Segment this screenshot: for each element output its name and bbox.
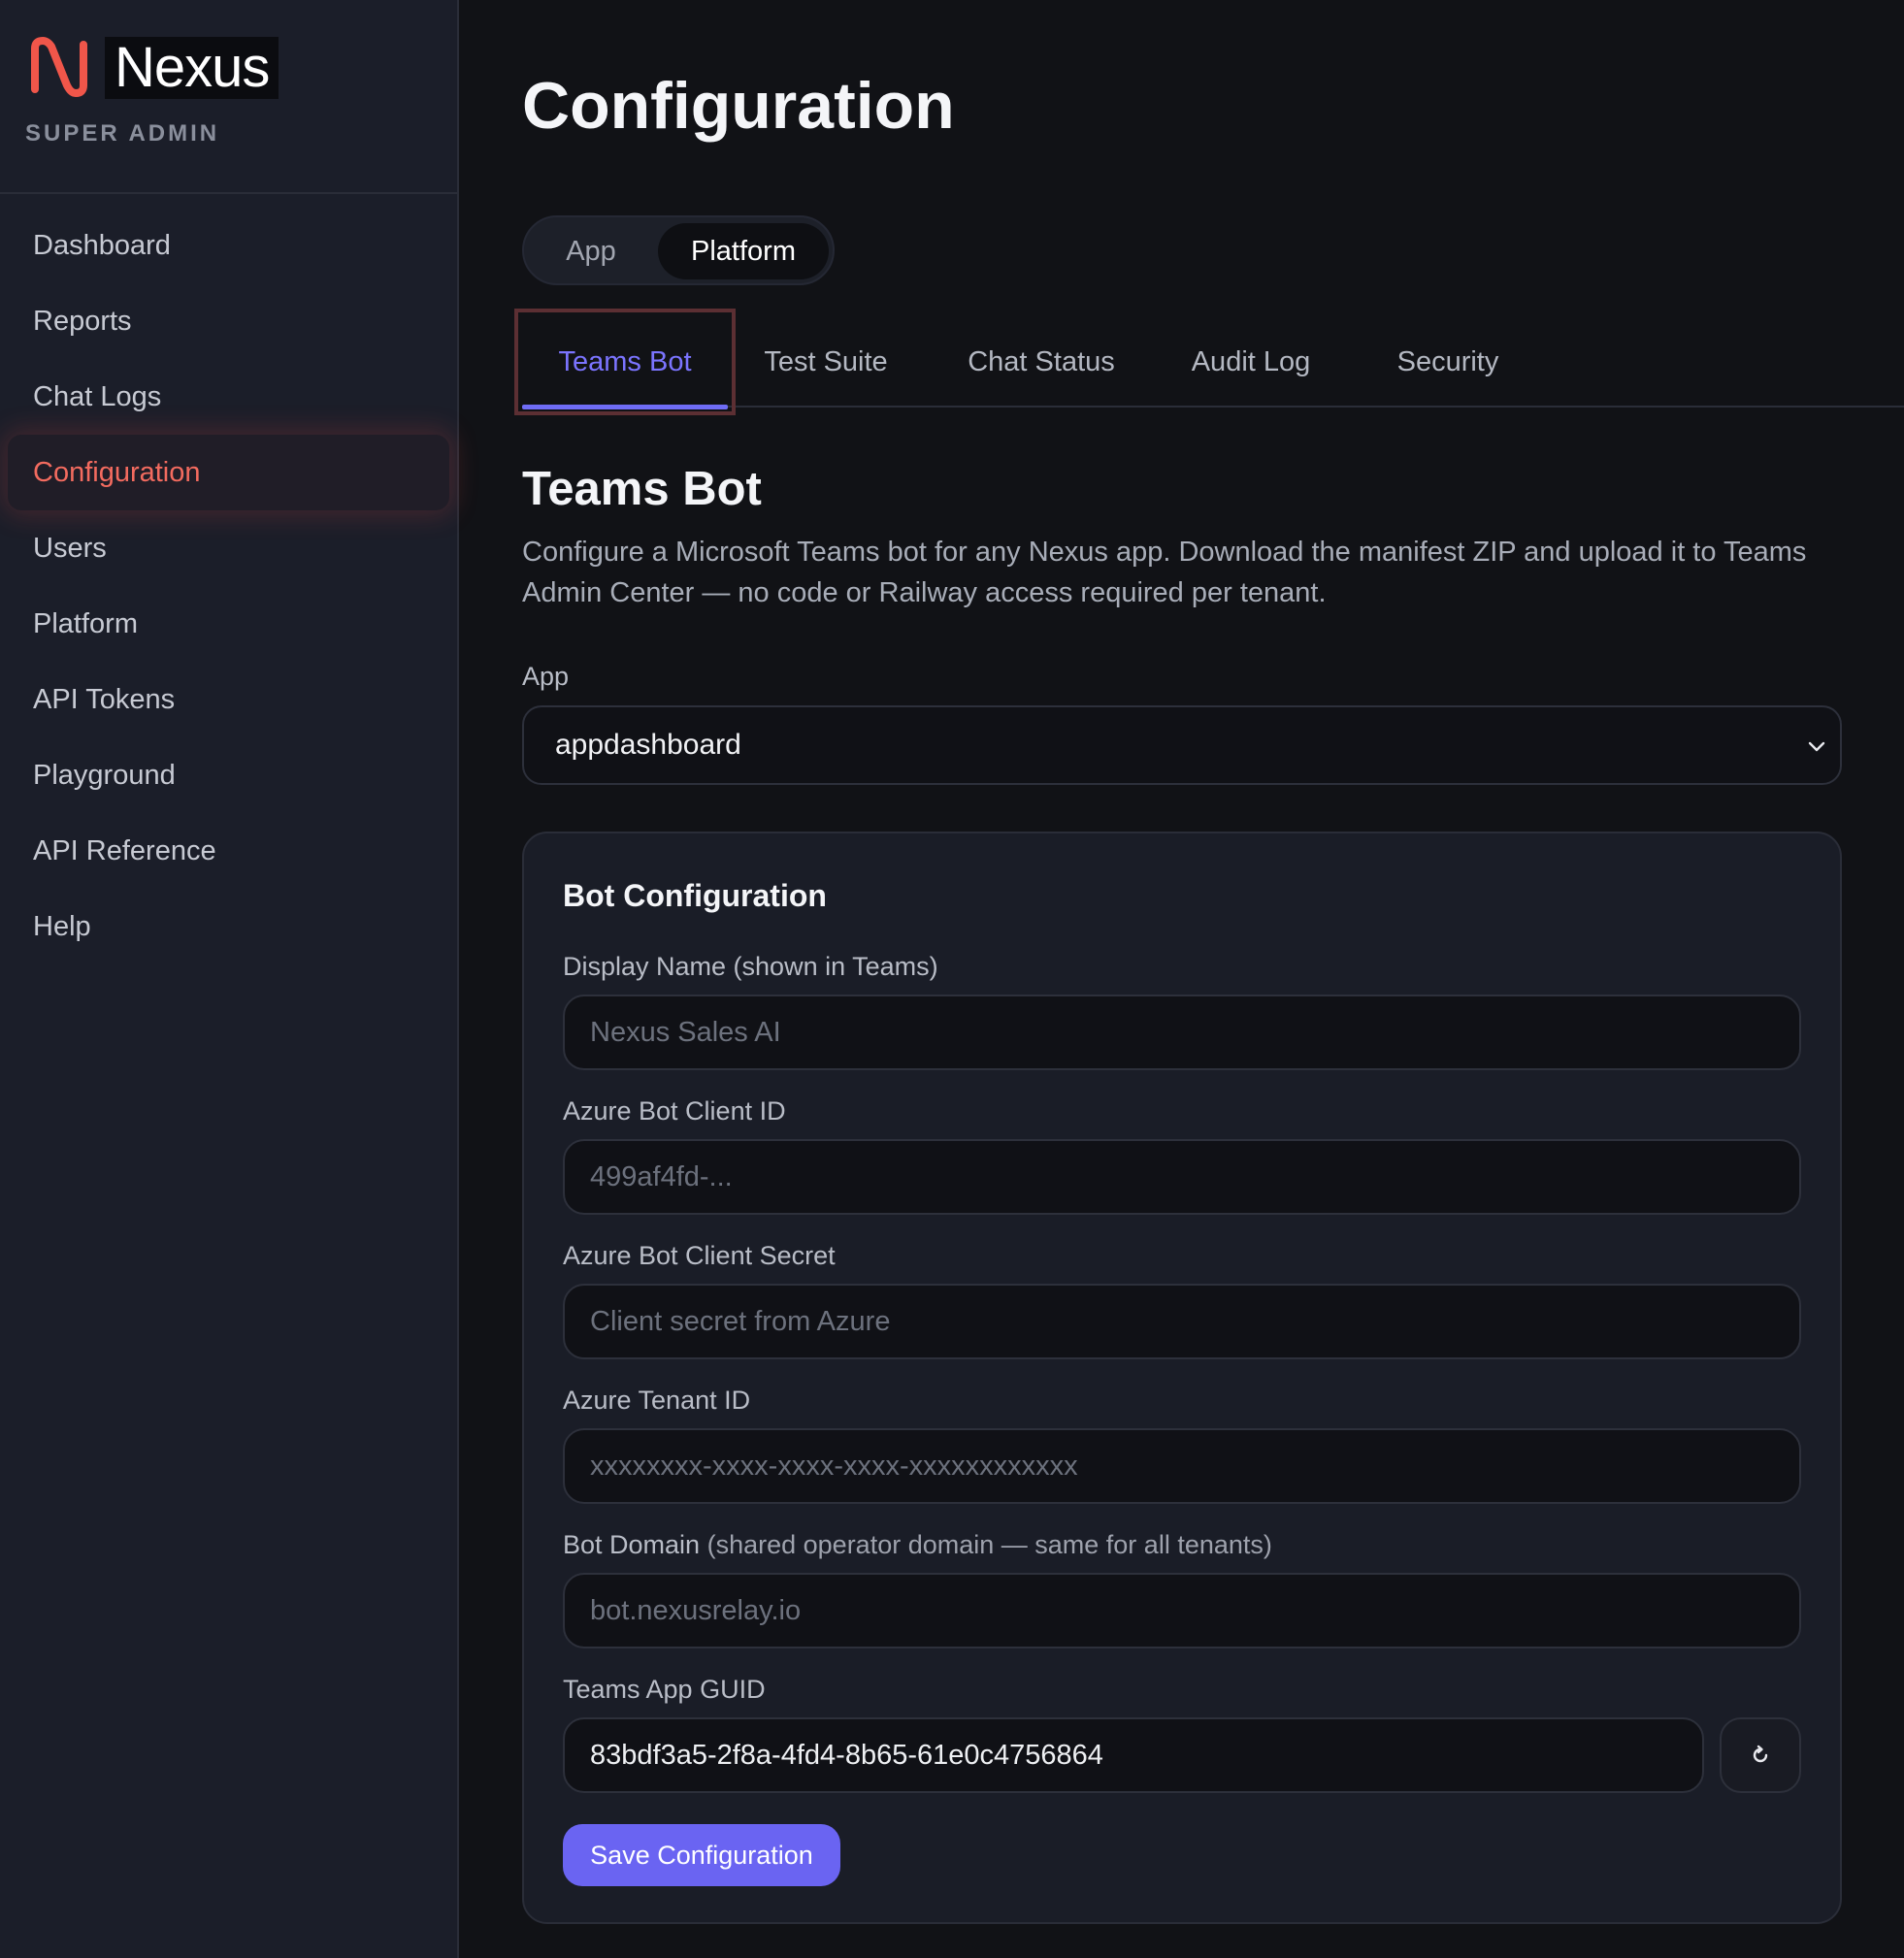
section-title: Teams Bot bbox=[522, 463, 762, 515]
sidebar-item-configuration[interactable]: Configuration bbox=[8, 435, 449, 510]
sidebar-item-label: Platform bbox=[33, 607, 138, 639]
card-title: Bot Configuration bbox=[563, 878, 827, 913]
sidebar-item-api-reference[interactable]: API Reference bbox=[0, 813, 457, 889]
page-title: Configuration bbox=[522, 69, 955, 143]
tenant-id-placeholder: xxxxxxxx-xxxx-xxxx-xxxx-xxxxxxxxxxxx bbox=[590, 1450, 1078, 1482]
segment-platform[interactable]: Platform bbox=[658, 223, 829, 279]
client-secret-field[interactable]: Client secret from Azure bbox=[563, 1284, 1801, 1359]
tenant-id-field[interactable]: xxxxxxxx-xxxx-xxxx-xxxx-xxxxxxxxxxxx bbox=[563, 1428, 1801, 1504]
app-guid-field[interactable]: 83bdf3a5-2f8a-4fd4-8b65-61e0c4756864 bbox=[563, 1717, 1704, 1793]
bot-domain-label: Bot Domain (shared operator domain — sam… bbox=[563, 1530, 1272, 1560]
sidebar-nav: Dashboard Reports Chat Logs Configuratio… bbox=[0, 208, 457, 964]
tab-bar: Teams Bot Test Suite Chat Status Audit L… bbox=[514, 309, 1904, 415]
tab-audit-log[interactable]: Audit Log bbox=[1178, 316, 1324, 408]
sidebar-item-label: Chat Logs bbox=[33, 380, 162, 412]
sidebar-item-help[interactable]: Help bbox=[0, 889, 457, 964]
section-description: Configure a Microsoft Teams bot for any … bbox=[522, 537, 1807, 608]
scope-segmented-control: App Platform bbox=[522, 215, 835, 285]
refresh-icon bbox=[1753, 1745, 1768, 1763]
tenant-id-label: Azure Tenant ID bbox=[563, 1386, 751, 1415]
sidebar-item-label: Playground bbox=[33, 759, 176, 791]
app-guid-value: 83bdf3a5-2f8a-4fd4-8b65-61e0c4756864 bbox=[590, 1739, 1103, 1771]
display-name-label: Display Name (shown in Teams) bbox=[563, 952, 938, 981]
tab-chat-status[interactable]: Chat Status bbox=[955, 316, 1128, 408]
sidebar-item-playground[interactable]: Playground bbox=[0, 737, 457, 813]
sidebar-item-label: Configuration bbox=[33, 456, 201, 488]
client-id-field[interactable]: 499af4fd-... bbox=[563, 1139, 1801, 1215]
role-label: SUPER ADMIN bbox=[25, 120, 220, 147]
sidebar-item-users[interactable]: Users bbox=[0, 510, 457, 586]
nexus-logo-icon bbox=[31, 37, 87, 97]
sidebar-divider bbox=[0, 192, 457, 194]
sidebar: Nexus SUPER ADMIN Dashboard Reports Chat… bbox=[0, 0, 459, 1958]
sidebar-item-api-tokens[interactable]: API Tokens bbox=[0, 662, 457, 737]
client-secret-label: Azure Bot Client Secret bbox=[563, 1241, 836, 1270]
bot-configuration-card: Bot Configuration Display Name (shown in… bbox=[522, 832, 1842, 1924]
tab-teams-bot[interactable]: Teams Bot bbox=[514, 309, 736, 415]
display-name-field[interactable]: Nexus Sales AI bbox=[563, 995, 1801, 1070]
app-select-value: appdashboard bbox=[555, 729, 741, 761]
client-secret-placeholder: Client secret from Azure bbox=[590, 1305, 891, 1337]
sidebar-item-label: API Tokens bbox=[33, 683, 176, 715]
app-select-label: App bbox=[522, 662, 570, 691]
sidebar-item-dashboard[interactable]: Dashboard bbox=[0, 208, 457, 283]
app-guid-label: Teams App GUID bbox=[563, 1675, 766, 1704]
bot-domain-label-text: Bot Domain bbox=[563, 1530, 701, 1559]
app-select[interactable]: appdashboard bbox=[522, 705, 1842, 785]
sidebar-item-label: Reports bbox=[33, 305, 132, 337]
sidebar-item-chat-logs[interactable]: Chat Logs bbox=[0, 359, 457, 435]
sidebar-item-label: Dashboard bbox=[33, 229, 171, 261]
bot-domain-hint: (shared operator domain — same for all t… bbox=[706, 1530, 1272, 1559]
sidebar-item-reports[interactable]: Reports bbox=[0, 283, 457, 359]
tab-test-suite[interactable]: Test Suite bbox=[747, 316, 904, 408]
chevron-down-icon bbox=[1808, 741, 1825, 752]
client-id-placeholder: 499af4fd-... bbox=[590, 1160, 733, 1192]
segment-app[interactable]: App bbox=[530, 223, 652, 279]
brand-name: Nexus bbox=[115, 36, 270, 99]
save-configuration-button[interactable]: Save Configuration bbox=[563, 1824, 840, 1886]
sidebar-item-label: Help bbox=[33, 910, 91, 942]
sidebar-item-platform[interactable]: Platform bbox=[0, 586, 457, 662]
bot-domain-placeholder: bot.nexusrelay.io bbox=[590, 1594, 802, 1626]
bot-domain-field[interactable]: bot.nexusrelay.io bbox=[563, 1573, 1801, 1648]
display-name-placeholder: Nexus Sales AI bbox=[590, 1016, 781, 1048]
regenerate-guid-button[interactable] bbox=[1720, 1717, 1801, 1793]
client-id-label: Azure Bot Client ID bbox=[563, 1096, 786, 1126]
sidebar-item-label: API Reference bbox=[33, 834, 216, 866]
sidebar-item-label: Users bbox=[33, 532, 107, 564]
tab-security[interactable]: Security bbox=[1370, 316, 1526, 408]
